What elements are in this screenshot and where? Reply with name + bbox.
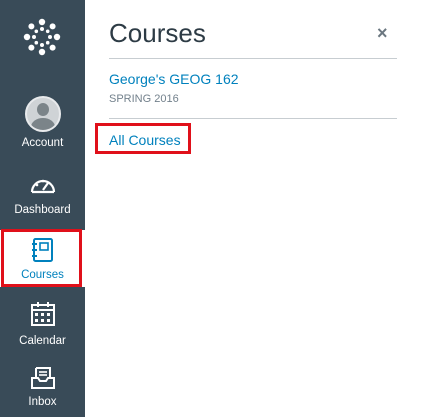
close-icon[interactable]: × [377,23,388,44]
tray-title: Courses [109,18,206,48]
nav-item-label: Calendar [19,335,66,347]
speedometer-icon [30,179,55,194]
course-link[interactable]: George's GEOG 162 [109,71,239,87]
global-nav-sidebar: Account Dashboard Courses Calendar Inbox [0,0,85,417]
divider [109,118,397,119]
canvas-logo-icon[interactable] [22,17,62,57]
nav-item-calendar[interactable]: Calendar [0,301,85,347]
courses-tray: Courses × George's GEOG 162 SPRING 2016 … [85,0,421,417]
divider [109,58,397,59]
nav-item-inbox[interactable]: Inbox [0,366,85,408]
calendar-icon [30,302,55,326]
nav-item-account[interactable]: Account [0,96,85,149]
nav-item-dashboard[interactable]: Dashboard [0,174,85,216]
avatar-icon [24,96,61,132]
nav-item-label: Dashboard [14,204,71,216]
nav-item-label: Inbox [28,396,57,408]
nav-item-label: Account [21,137,64,149]
all-courses-link[interactable]: All Courses [109,132,181,148]
inbox-icon [30,367,55,389]
course-term: SPRING 2016 [109,93,179,105]
courses-highlight-box [1,229,82,287]
